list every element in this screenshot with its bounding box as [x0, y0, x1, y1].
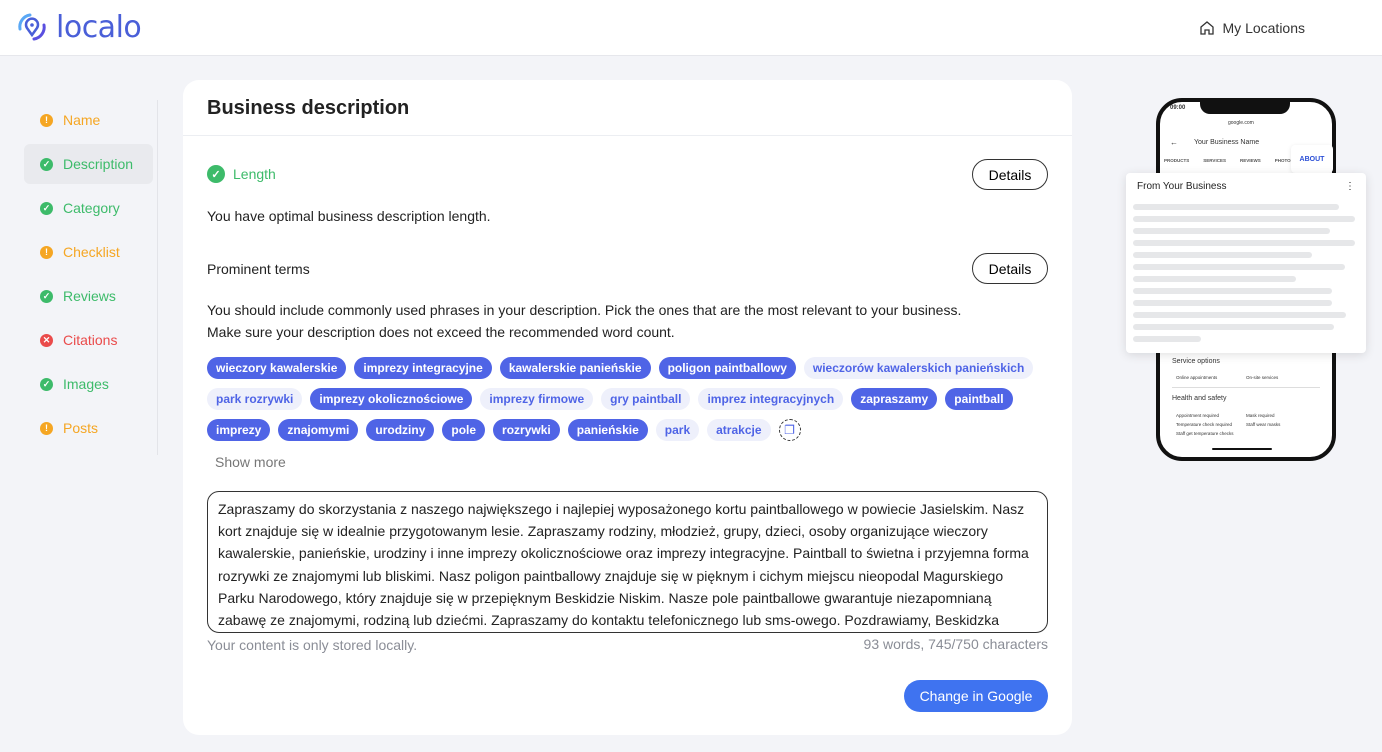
business-description-card: Business description ✓ Length Details Yo… [183, 80, 1072, 735]
term-tag[interactable]: zapraszamy [851, 388, 938, 410]
sidebar-item-reviews[interactable]: ✓ Reviews [24, 276, 153, 316]
phone-tab: PRODUCTS [1164, 158, 1190, 163]
service-item: Online appointments [1176, 375, 1218, 380]
tag-list: wieczory kawalerskie imprezy integracyjne… [207, 357, 1047, 441]
sidebar-item-description[interactable]: ✓ Description [24, 144, 153, 184]
warning-icon: ! [40, 113, 53, 127]
sidebar-item-label: Category [63, 200, 120, 216]
length-text: You have optimal business description le… [207, 208, 491, 224]
sidebar-item-label: Posts [63, 420, 99, 436]
check-icon: ✓ [207, 165, 225, 183]
health-item: Staff wear masks [1246, 422, 1281, 427]
description-textarea[interactable]: Zapraszamy do skorzystania z naszego naj… [207, 491, 1048, 633]
back-arrow-icon: ← [1170, 138, 1178, 147]
term-tag[interactable]: wieczory kawalerskie [207, 357, 347, 379]
change-in-google-button[interactable]: Change in Google [904, 680, 1048, 712]
my-locations-label: My Locations [1222, 20, 1305, 36]
word-count: 93 words, 745/750 characters [863, 636, 1048, 652]
sidebar-item-label: Name [63, 112, 101, 128]
storage-note: Your content is only stored locally. [207, 637, 418, 653]
phone-tab: REVIEWS [1239, 158, 1261, 163]
term-tag[interactable]: atrakcje [707, 419, 771, 441]
location-pin-icon [18, 13, 46, 41]
phone-url: google.com [1228, 120, 1254, 126]
sidebar-item-category[interactable]: ✓ Category [24, 188, 153, 228]
ok-icon: ✓ [40, 201, 53, 215]
show-more-link[interactable]: Show more [215, 454, 286, 470]
error-icon: ✕ [40, 333, 53, 347]
health-item: Temperature check required [1176, 422, 1233, 427]
my-locations-link[interactable]: My Locations [1199, 20, 1305, 36]
term-tag[interactable]: urodziny [366, 419, 435, 441]
health-item: Staff get temperature checks [1176, 431, 1234, 436]
term-tag[interactable]: imprezy okolicznościowe [310, 388, 473, 410]
phone-tabs: PRODUCTS SERVICES REVIEWS PHOTOS [1160, 158, 1294, 163]
term-tag[interactable]: znajomymi [278, 419, 359, 441]
sidebar: ! Name ✓ Description ✓ Category! Checklist ✓ Rev… [24, 100, 158, 455]
length-label: Length [233, 166, 276, 182]
phone-about-tab: ABOUT [1291, 145, 1333, 173]
ok-icon: ✓ [40, 289, 53, 303]
sidebar-item-label: Description [63, 156, 134, 172]
sidebar-item-label: Images [63, 376, 109, 392]
phone-tab: SERVICES [1203, 158, 1226, 163]
prominent-text-2: Make sure your description does not exce… [207, 324, 675, 340]
sidebar-item-label: Reviews [63, 288, 116, 304]
sidebar-item-citations[interactable]: ✕ Citations [24, 320, 153, 360]
term-tag[interactable]: wieczorów kawalerskich panieńskich [803, 357, 1034, 379]
term-tag[interactable]: poligon paintballowy [658, 357, 796, 379]
card-title: Business description [183, 80, 1072, 136]
service-options-heading: Service options [1172, 358, 1220, 365]
length-details-button[interactable]: Details [972, 159, 1048, 190]
sidebar-item-label: Checklist [63, 244, 120, 260]
sidebar-item-label: Citations [63, 332, 118, 348]
sidebar-item-name[interactable]: ! Name [24, 100, 153, 140]
term-tag[interactable]: gry paintball [601, 388, 691, 410]
term-tag[interactable]: paintball [945, 388, 1013, 410]
health-heading: Health and safety [1172, 395, 1227, 402]
phone-time: 09:00 [1170, 105, 1186, 111]
sidebar-item-checklist[interactable]: ! Checklist [24, 232, 153, 272]
term-tag[interactable]: imprezy integracyjne [354, 357, 492, 379]
more-vert-icon: ⋮ [1345, 181, 1355, 192]
term-tag[interactable]: imprezy firmowe [480, 388, 594, 410]
sidebar-item-images[interactable]: ✓ Images [24, 364, 153, 404]
term-tag[interactable]: kawalerskie panieńskie [499, 357, 651, 379]
top-bar: localo My Locations [0, 0, 1382, 56]
ok-icon: ✓ [40, 157, 53, 171]
popup-title: From Your Business [1137, 181, 1227, 192]
prominent-text-1: You should include commonly used phrases… [207, 302, 962, 318]
health-item: Mask required [1246, 413, 1275, 418]
logo[interactable]: localo [14, 9, 142, 45]
length-status: ✓ Length [207, 165, 276, 183]
term-tag[interactable]: pole [442, 419, 486, 441]
health-item: Appointment required [1176, 413, 1220, 418]
warning-icon: ! [40, 245, 53, 259]
prominent-terms-label: Prominent terms [207, 261, 310, 277]
term-tag[interactable]: park [655, 419, 700, 441]
term-tag[interactable]: imprezy [207, 419, 271, 441]
ok-icon: ✓ [40, 377, 53, 391]
term-tag[interactable]: park rozrywki [207, 388, 303, 410]
from-your-business-popup: From Your Business ⋮ [1126, 173, 1366, 353]
sidebar-item-posts[interactable]: ! Posts [24, 408, 153, 448]
prominent-details-button[interactable]: Details [972, 253, 1048, 284]
term-tag[interactable]: imprez integracyjnych [698, 388, 844, 410]
copy-icon[interactable]: ❐ [778, 419, 801, 441]
term-tag[interactable]: rozrywki [493, 419, 560, 441]
home-icon [1199, 21, 1214, 35]
term-tag[interactable]: panieńskie [567, 419, 648, 441]
phone-business-name: Your Business Name [1194, 139, 1260, 146]
service-item: On-site services [1246, 375, 1279, 380]
logo-text: localo [56, 9, 142, 45]
warning-icon: ! [40, 421, 53, 435]
